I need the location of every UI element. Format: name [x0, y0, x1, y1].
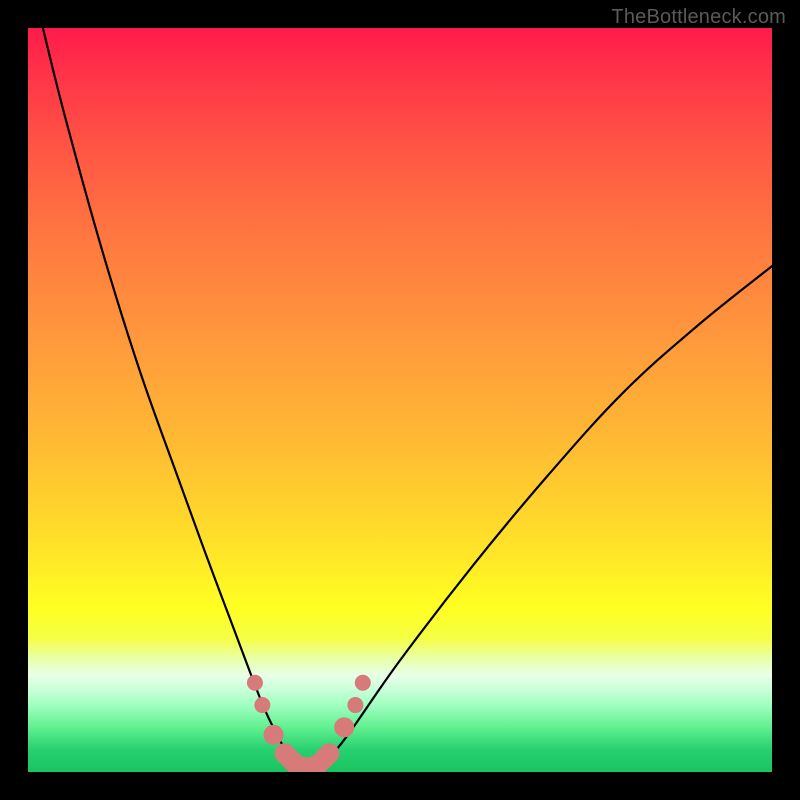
recommended-markers [247, 675, 371, 772]
recommended-marker [319, 743, 339, 763]
curve-path [43, 28, 772, 769]
recommended-marker [254, 697, 270, 713]
recommended-marker [355, 675, 371, 691]
watermark-text: TheBottleneck.com [611, 6, 786, 29]
recommended-marker [334, 717, 354, 737]
recommended-marker [347, 697, 363, 713]
plot-area [28, 28, 772, 772]
chart-frame: TheBottleneck.com [0, 0, 800, 800]
recommended-marker [264, 725, 284, 745]
bottleneck-curve [28, 28, 772, 772]
recommended-marker [247, 675, 263, 691]
